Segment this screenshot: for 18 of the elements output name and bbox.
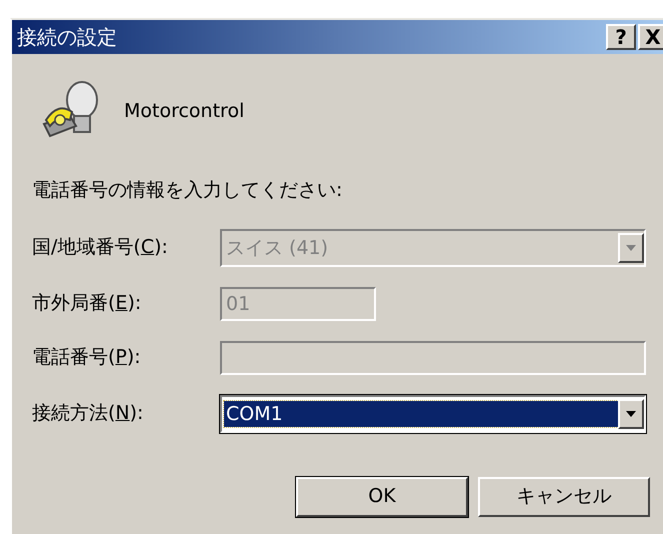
field-value: 01	[225, 292, 252, 316]
dropdown-field[interactable]: COM1	[220, 394, 646, 432]
cancel-button[interactable]: キャンセル	[478, 476, 650, 516]
field-label: 電話番号(P):	[32, 345, 142, 370]
field-value: COM1	[224, 400, 618, 426]
caret-icon	[626, 244, 636, 250]
dropdown-button[interactable]	[618, 398, 644, 428]
field-value: スイス (41)	[225, 236, 330, 260]
ok-button[interactable]: OK	[296, 476, 468, 516]
caret-icon	[626, 410, 636, 416]
close-button[interactable]: X	[638, 24, 663, 50]
field-label: 国/地域番号(C):	[32, 235, 169, 260]
prompt-text: 電話番号の情報を入力してください:	[32, 178, 344, 203]
field-label: 市外局番(E):	[32, 291, 142, 316]
help-button[interactable]: ?	[606, 24, 636, 50]
connection-name: Motorcontrol	[124, 98, 244, 124]
window-title: 接続の設定	[17, 27, 118, 47]
field-label: 接続方法(N):	[32, 401, 144, 426]
